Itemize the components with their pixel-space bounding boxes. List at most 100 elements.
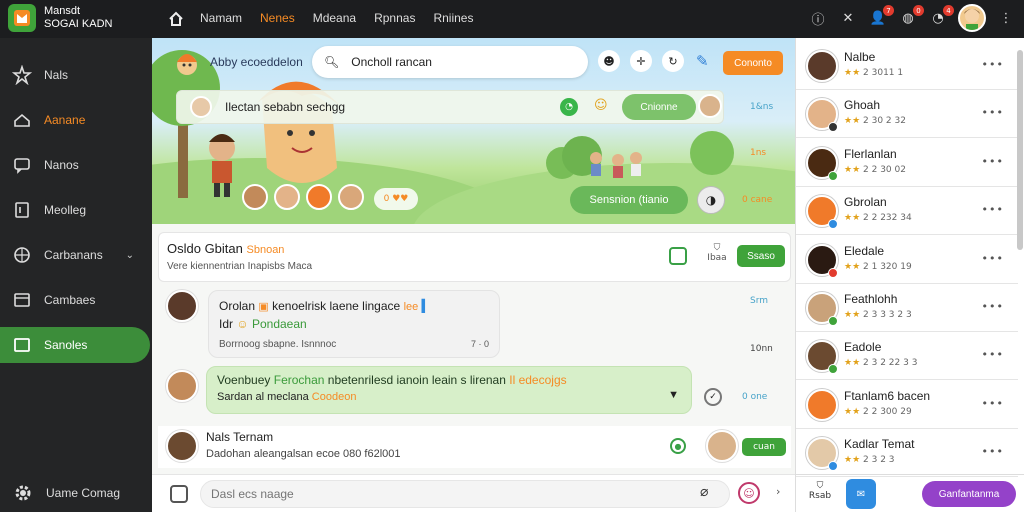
contact-item[interactable]: Gbrolan ★★ 2 2 232 34 •••: [796, 187, 1018, 236]
main-content: Abby ecoeddelon 🔍︎ Oncholl rancan ☻ ✛ ↻ …: [152, 38, 795, 512]
bell-icon[interactable]: ◔ 4: [928, 5, 954, 28]
sidebar-item-aanane[interactable]: Aanane: [0, 102, 152, 138]
hero-title: Abby ecoeddelon: [210, 55, 303, 69]
emoji-icon[interactable]: ☺: [738, 482, 760, 504]
hero-tools: ☻ ✛ ↻: [598, 50, 684, 72]
hero-banner: Abby ecoeddelon 🔍︎ Oncholl rancan ☻ ✛ ↻ …: [152, 38, 795, 224]
more-horizontal-icon[interactable]: •••: [982, 155, 1004, 168]
message-action-button[interactable]: cuan: [742, 438, 786, 456]
contact-item[interactable]: Nalbe ★★ 2 3011 1 •••: [796, 42, 1018, 90]
contact-item[interactable]: Kadlar Temat ★★ 2 3 2 3 •••: [796, 429, 1018, 478]
activity-icon[interactable]: ◍ 0: [898, 5, 924, 28]
refresh-icon[interactable]: ↻: [662, 50, 684, 72]
more-vertical-icon[interactable]: ⋮: [996, 8, 1016, 28]
more-horizontal-icon[interactable]: •••: [982, 300, 1004, 313]
hero-avatar[interactable]: [172, 48, 202, 78]
message-bubble[interactable]: Orolan ▣ kenoelrisk laene lingace lee ▍ …: [208, 290, 500, 358]
bookmark-icon: [15, 202, 29, 218]
chevron-down-icon[interactable]: ⌄: [126, 250, 134, 261]
message-input[interactable]: [200, 480, 730, 508]
nav-tab[interactable]: Rniines: [433, 11, 473, 25]
top-bar: Mansdt SOGAI KADN Namam Nenes Mdeana Rpnnas…: [0, 0, 1024, 38]
face-avatar-icon[interactable]: ☻: [598, 50, 620, 72]
hero-search-value[interactable]: Oncholl rancan: [351, 55, 432, 69]
presence-dot: [828, 267, 838, 278]
attachment-box-icon[interactable]: [170, 485, 188, 503]
circle-action-icon[interactable]: ◑: [697, 186, 725, 214]
contact-item[interactable]: Feathlohh ★★ 2 3 3 3 2 3 •••: [796, 284, 1018, 332]
chat-icon: [14, 158, 30, 174]
message-item[interactable]: Nals Ternam Dadohan aleangalsan ecoe 080…: [158, 426, 791, 468]
hero-search-box[interactable]: 🔍︎ Oncholl rancan: [312, 46, 588, 78]
contact-item[interactable]: Ftanlam6 bacen ★★ 2 2 300 29 •••: [796, 381, 1018, 429]
send-arrow-icon[interactable]: ›: [776, 485, 780, 498]
nav-tab[interactable]: Mdeana: [313, 11, 356, 25]
sidebar-item-sanoles[interactable]: Sanoles: [0, 327, 150, 363]
sidebar-footer[interactable]: Uame Comag: [12, 482, 120, 504]
more-horizontal-icon[interactable]: •••: [982, 445, 1004, 458]
timestamp: 0 cane: [742, 195, 773, 205]
chat-bubble-icon[interactable]: ◔: [560, 98, 578, 116]
star-icon: ★: [844, 310, 853, 320]
avatar[interactable]: [306, 184, 332, 210]
timestamp: Srm: [750, 296, 769, 306]
more-horizontal-icon[interactable]: •••: [982, 106, 1004, 119]
more-horizontal-icon[interactable]: •••: [982, 397, 1004, 410]
hero-green-button[interactable]: Sensnion (tianio: [570, 186, 688, 214]
sidebar-item-carbanans[interactable]: Carbanans ⌄: [0, 237, 152, 273]
pen-icon[interactable]: ✎: [696, 52, 709, 70]
more-horizontal-icon[interactable]: •••: [982, 252, 1004, 265]
nav-tab[interactable]: Namam: [200, 11, 242, 25]
people-icon[interactable]: 👤 7: [868, 5, 894, 28]
paperclip-icon[interactable]: ⌀: [700, 484, 708, 500]
profile-action[interactable]: ⛉ Rsab: [808, 481, 832, 501]
more-horizontal-icon[interactable]: •••: [982, 203, 1004, 216]
check-icon[interactable]: ✓: [704, 388, 722, 406]
sidebar-item-nals[interactable]: Nals: [0, 57, 152, 93]
more-horizontal-icon[interactable]: •••: [982, 348, 1004, 361]
contact-item[interactable]: Ghoah ★★ 2 30 2 32 •••: [796, 90, 1018, 139]
tools-icon[interactable]: ✕: [838, 8, 858, 28]
hero-bar-button[interactable]: Cnionne: [622, 94, 696, 120]
person-action[interactable]: ⛉ Ibaa: [705, 243, 729, 263]
home-icon[interactable]: [167, 10, 185, 28]
crosshair-icon[interactable]: ✛: [630, 50, 652, 72]
sidebar-item-meolleg[interactable]: Meolleg: [0, 192, 152, 228]
reactions-badge[interactable]: 0 ♥♥: [374, 188, 418, 210]
avatar[interactable]: [338, 184, 364, 210]
sidebar-item-nanos[interactable]: Nanos: [0, 147, 152, 183]
avatar[interactable]: [242, 184, 268, 210]
contact-item[interactable]: Eadole ★★ 2 3 2 22 3 3 •••: [796, 332, 1018, 381]
shield-icon[interactable]: [669, 247, 687, 265]
star-icon: ★: [852, 455, 861, 466]
brand[interactable]: Mansdt SOGAI KADN: [8, 4, 112, 32]
avatar[interactable]: [274, 184, 300, 210]
scrollbar[interactable]: [1017, 50, 1023, 250]
nav-tab[interactable]: Rpnnas: [374, 11, 415, 25]
contact-meta: ★★ 2 2 30 02: [844, 164, 906, 175]
contact-item[interactable]: Flerlanlan ★★ 2 2 30 02 •••: [796, 139, 1018, 187]
contacts-footer-button[interactable]: Ganfantanma: [922, 481, 1016, 507]
avatar[interactable]: [706, 430, 738, 462]
composer: ⌀ ☺ ›: [152, 474, 795, 512]
post-action-button[interactable]: Ssaso: [737, 245, 785, 267]
contact-name: Feathlohh: [844, 292, 898, 306]
chat-icon[interactable]: ✉: [846, 479, 876, 509]
info-icon[interactable]: ⓘ: [808, 8, 828, 28]
more-horizontal-icon[interactable]: •••: [982, 58, 1004, 71]
sidebar-item-label: Cambaes: [44, 293, 96, 307]
avatar[interactable]: [166, 290, 198, 322]
contact-item[interactable]: Eledale ★★ 2 1 320 19 •••: [796, 236, 1018, 284]
notification-badge: 0: [913, 5, 924, 16]
hero-orange-button[interactable]: Cononto: [723, 51, 783, 75]
smiley-icon[interactable]: ☺: [594, 98, 614, 116]
chevron-down-icon[interactable]: ▼: [668, 389, 679, 401]
sidebar-item-cambaes[interactable]: Cambaes: [0, 282, 152, 318]
search-icon: 🔍︎: [324, 55, 340, 69]
avatar[interactable]: [166, 370, 198, 402]
user-avatar[interactable]: [958, 4, 986, 32]
nav-tab[interactable]: Nenes: [260, 11, 295, 25]
post-title: Osldo Gbitan Sbnoan: [167, 241, 285, 256]
avatar[interactable]: [166, 430, 198, 462]
message-bubble[interactable]: Voenbuey Ferochan nbetenrilesd ianoin le…: [206, 366, 692, 414]
